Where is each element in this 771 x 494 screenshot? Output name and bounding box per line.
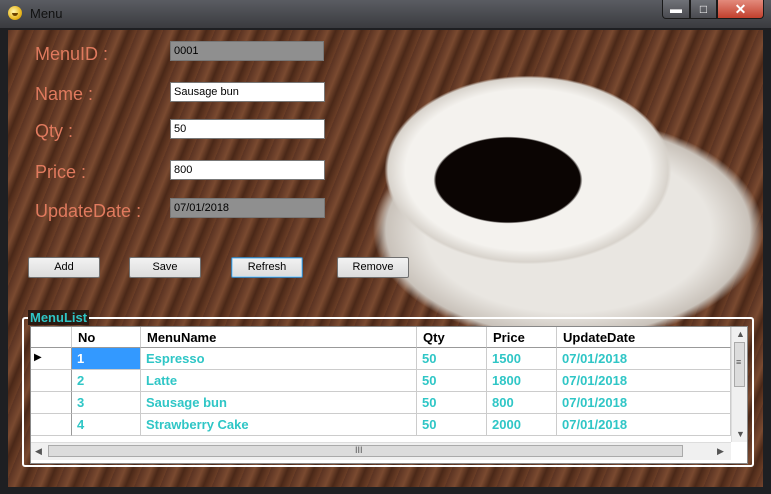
price-field[interactable] (170, 160, 325, 180)
cell-menuname[interactable]: Strawberry Cake (141, 414, 417, 436)
name-field[interactable] (170, 82, 325, 102)
horizontal-scroll-thumb[interactable]: III (48, 445, 683, 457)
table-row[interactable]: ▶ 1 Espresso 50 1500 07/01/2018 (31, 348, 731, 370)
row-header[interactable] (31, 392, 72, 414)
qty-field[interactable] (170, 119, 325, 139)
refresh-button[interactable]: Refresh (231, 257, 303, 278)
minimize-button[interactable]: ▬ (662, 0, 690, 19)
cell-price[interactable]: 2000 (487, 414, 557, 436)
window-title: Menu (30, 6, 63, 21)
column-header-menuname[interactable]: MenuName (141, 327, 417, 348)
menu-id-field[interactable] (170, 41, 324, 61)
scroll-up-icon[interactable]: ▲ (736, 329, 745, 339)
column-header-updatedate[interactable]: UpdateDate (557, 327, 731, 348)
cell-updatedate[interactable]: 07/01/2018 (557, 414, 731, 436)
column-header-qty[interactable]: Qty (417, 327, 487, 348)
cell-price[interactable]: 800 (487, 392, 557, 414)
cell-menuname[interactable]: Latte (141, 370, 417, 392)
cell-menuname[interactable]: Espresso (141, 348, 417, 370)
vertical-scrollbar[interactable]: ▲ ≡ ▼ (731, 327, 747, 442)
maximize-button[interactable]: □ (690, 0, 717, 19)
price-label: Price : (35, 162, 87, 182)
column-header-no[interactable]: No (72, 327, 141, 348)
remove-button[interactable]: Remove (337, 257, 409, 278)
cell-no[interactable]: 2 (72, 370, 141, 392)
scroll-down-icon[interactable]: ▼ (736, 429, 745, 439)
row-header[interactable] (31, 370, 72, 392)
menulist-title: MenuList (28, 310, 90, 325)
name-label: Name : (35, 84, 94, 104)
app-icon (8, 6, 22, 20)
grid-corner-header[interactable] (31, 327, 72, 348)
cell-updatedate[interactable]: 07/01/2018 (557, 370, 731, 392)
scroll-left-icon[interactable]: ◀ (35, 446, 42, 457)
title-bar[interactable]: Menu ▬ □ ✕ (0, 0, 771, 28)
column-header-price[interactable]: Price (487, 327, 557, 348)
menu-window: Menu ▬ □ ✕ MenuID : Name : Qty : Price :… (0, 0, 771, 494)
scroll-grip-icon: ≡ (736, 357, 742, 367)
update-date-label: UpdateDate : (35, 201, 142, 221)
table-row[interactable]: 4 Strawberry Cake 50 2000 07/01/2018 (31, 414, 731, 436)
hscroll-grip-icon: III (355, 445, 363, 455)
current-row-arrow-icon: ▶ (34, 352, 42, 363)
cell-qty[interactable]: 50 (417, 348, 487, 370)
save-button[interactable]: Save (129, 257, 201, 278)
cell-qty[interactable]: 50 (417, 392, 487, 414)
scroll-right-icon[interactable]: ▶ (717, 446, 724, 457)
cell-no[interactable]: 3 (72, 392, 141, 414)
close-button[interactable]: ✕ (717, 0, 764, 19)
cell-price[interactable]: 1500 (487, 348, 557, 370)
table-row[interactable]: 2 Latte 50 1800 07/01/2018 (31, 370, 731, 392)
qty-label: Qty : (35, 121, 74, 141)
row-header[interactable]: ▶ (31, 348, 72, 370)
table-row[interactable]: 3 Sausage bun 50 800 07/01/2018 (31, 392, 731, 414)
menulist-group: No MenuName Qty Price UpdateDate ▶ 1 Esp… (22, 317, 754, 467)
cell-qty[interactable]: 50 (417, 370, 487, 392)
cell-menuname[interactable]: Sausage bun (141, 392, 417, 414)
cell-updatedate[interactable]: 07/01/2018 (557, 392, 731, 414)
form-area: MenuID : Name : Qty : Price : UpdateDate… (8, 30, 763, 487)
cell-qty[interactable]: 50 (417, 414, 487, 436)
cell-no[interactable]: 1 (72, 348, 141, 370)
menu-grid[interactable]: No MenuName Qty Price UpdateDate ▶ 1 Esp… (30, 326, 748, 464)
vertical-scroll-thumb[interactable]: ≡ (734, 342, 745, 387)
cell-price[interactable]: 1800 (487, 370, 557, 392)
update-date-field[interactable] (170, 198, 325, 218)
menu-id-label: MenuID : (35, 44, 109, 64)
cell-updatedate[interactable]: 07/01/2018 (557, 348, 731, 370)
cell-no[interactable]: 4 (72, 414, 141, 436)
row-header[interactable] (31, 414, 72, 436)
add-button[interactable]: Add (28, 257, 100, 278)
horizontal-scrollbar[interactable]: ◀ III ▶ (31, 442, 731, 460)
